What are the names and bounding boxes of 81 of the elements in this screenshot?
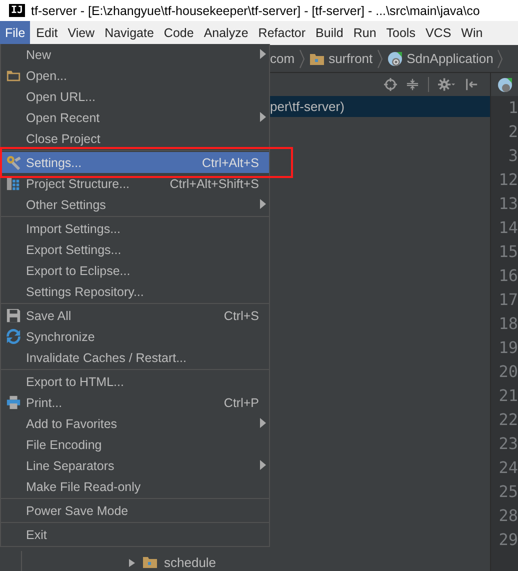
menu-item[interactable]: Power Save Mode bbox=[1, 500, 269, 521]
menu-bar-item[interactable]: View bbox=[64, 21, 99, 45]
line-number: 23 bbox=[498, 433, 518, 455]
menu-item[interactable]: File Encoding bbox=[1, 434, 269, 455]
menu-bar-item[interactable]: Edit bbox=[32, 21, 62, 45]
submenu-arrow-icon bbox=[260, 418, 266, 428]
line-number: 15 bbox=[498, 241, 518, 263]
printer-icon bbox=[6, 395, 21, 410]
sync-icon bbox=[6, 329, 21, 344]
menu-item[interactable]: Export to Eclipse... bbox=[1, 260, 269, 281]
line-number: 12 bbox=[498, 169, 518, 191]
chevron-icon bbox=[497, 48, 504, 68]
chevron-icon bbox=[376, 48, 383, 68]
menu-item[interactable]: Synchronize bbox=[1, 326, 269, 347]
menu-item[interactable]: Exit bbox=[1, 524, 269, 545]
line-number: 19 bbox=[498, 337, 518, 359]
menu-bar-item[interactable]: VCS bbox=[421, 21, 456, 45]
window-title: tf-server - [E:\zhangyue\tf-housekeeper\tf-server] - [tf-server] - ...\src\main\java\co bbox=[31, 4, 480, 18]
app-logo: IJ bbox=[9, 4, 26, 17]
line-number: 21 bbox=[498, 385, 518, 407]
submenu-arrow-icon bbox=[260, 460, 266, 470]
menu-item[interactable]: Invalidate Caches / Restart... bbox=[1, 347, 269, 368]
folder-icon bbox=[6, 68, 21, 83]
menu-bar-item[interactable]: Code bbox=[160, 21, 198, 45]
line-number: 18 bbox=[498, 313, 518, 335]
menu-item[interactable]: Settings Repository... bbox=[1, 281, 269, 302]
menu-item[interactable]: Other Settings bbox=[1, 194, 269, 215]
submenu-arrow-icon bbox=[260, 112, 266, 122]
menu-item[interactable]: Line Separators bbox=[1, 455, 269, 476]
line-number: 28 bbox=[498, 505, 518, 527]
grid-icon bbox=[6, 176, 21, 191]
menu-item[interactable]: Export Settings... bbox=[1, 239, 269, 260]
menu-item[interactable]: Make File Read-only bbox=[1, 476, 269, 497]
crosshair-icon[interactable] bbox=[384, 78, 397, 91]
menu-item[interactable]: Export to HTML... bbox=[1, 371, 269, 392]
line-number: 20 bbox=[498, 361, 518, 383]
menu-bar-item[interactable]: Refactor bbox=[254, 21, 310, 45]
menu-bar-item[interactable]: Build bbox=[312, 21, 348, 45]
folder-icon bbox=[142, 555, 158, 569]
expand-icon[interactable] bbox=[128, 558, 136, 568]
line-number: 29 bbox=[498, 529, 518, 551]
menu-item[interactable]: Close Project bbox=[1, 128, 269, 149]
line-number: 25 bbox=[498, 481, 518, 503]
wrench-icon bbox=[6, 155, 21, 170]
menu-bar-item[interactable]: Analyze bbox=[200, 21, 252, 45]
menu-bar-item[interactable]: File bbox=[0, 21, 30, 45]
line-number: 24 bbox=[498, 457, 518, 479]
menu-item[interactable]: Add to Favorites bbox=[1, 413, 269, 434]
hide-panel-icon[interactable] bbox=[465, 78, 478, 91]
menu-item[interactable]: Settings... Ctrl+Alt+S bbox=[1, 152, 269, 173]
breadcrumb[interactable]: surfront bbox=[308, 50, 373, 66]
menu-item[interactable]: Open URL... bbox=[1, 86, 269, 107]
line-number: 13 bbox=[498, 193, 518, 215]
line-number: 14 bbox=[498, 217, 518, 239]
class-icon bbox=[386, 50, 403, 66]
menu-bar-item[interactable]: Tools bbox=[382, 21, 420, 45]
submenu-arrow-icon bbox=[260, 49, 266, 59]
chevron-icon bbox=[298, 48, 305, 68]
submenu-arrow-icon bbox=[260, 199, 266, 209]
menu-bar-item[interactable]: Win bbox=[457, 21, 487, 45]
gear-icon[interactable] bbox=[438, 78, 456, 91]
menu-bar-item[interactable]: Navigate bbox=[100, 21, 158, 45]
line-number: 3 bbox=[508, 145, 518, 167]
menu-item[interactable]: Import Settings... bbox=[1, 218, 269, 239]
menu-item[interactable]: Print... Ctrl+P bbox=[1, 392, 269, 413]
breadcrumb[interactable]: SdnApplication bbox=[386, 50, 494, 66]
line-number: 22 bbox=[498, 409, 518, 431]
menu-bar-item[interactable]: Run bbox=[349, 21, 380, 45]
menu-item[interactable]: Open... bbox=[1, 65, 269, 86]
menu-item[interactable]: New bbox=[1, 44, 269, 65]
breadcrumb[interactable]: com bbox=[270, 51, 295, 66]
line-number: 1 bbox=[508, 97, 518, 119]
menu-item[interactable]: Open Recent bbox=[1, 107, 269, 128]
line-number: 2 bbox=[508, 121, 518, 143]
menu-item[interactable]: Save All Ctrl+S bbox=[1, 305, 269, 326]
tree-item[interactable]: schedule bbox=[164, 555, 216, 570]
class-icon[interactable] bbox=[497, 76, 513, 92]
collapse-icon[interactable] bbox=[406, 78, 419, 91]
line-number: 17 bbox=[498, 289, 518, 311]
line-number: 16 bbox=[498, 265, 518, 287]
menu-item[interactable]: Project Structure... Ctrl+Alt+Shift+S bbox=[1, 173, 269, 194]
